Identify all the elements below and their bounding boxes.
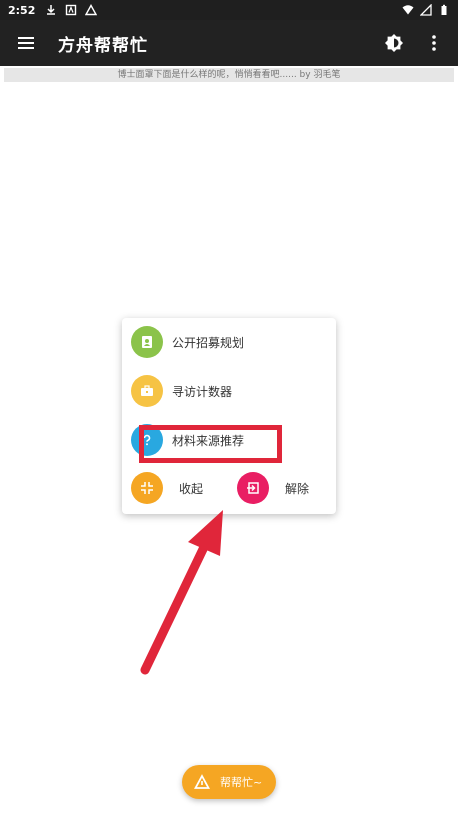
brightness-icon	[385, 34, 403, 52]
hamburger-menu-icon	[18, 37, 34, 49]
signal-icon	[420, 4, 432, 16]
app-notification-icon	[65, 4, 77, 16]
briefcase-icon	[131, 375, 163, 407]
fab-label: 帮帮忙~	[220, 776, 263, 789]
highlight-annotation-box	[139, 425, 282, 463]
menu-item-label: 寻访计数器	[172, 384, 233, 399]
dismiss-label: 解除	[285, 481, 310, 496]
status-time: 2:52	[8, 3, 36, 17]
collapse-icon	[131, 472, 163, 504]
floating-menu-popup: 公开招募规划 寻访计数器 材料来源推荐 收起 解除	[122, 318, 336, 514]
triangle-logo-icon	[194, 774, 210, 790]
menu-item-headhunt-counter[interactable]: 寻访计数器	[131, 373, 331, 409]
battery-icon	[438, 4, 450, 16]
status-system-icons	[402, 4, 450, 16]
collapse-button[interactable]: 收起	[131, 471, 203, 505]
brightness-button[interactable]	[382, 31, 406, 55]
exit-icon	[237, 472, 269, 504]
download-icon	[45, 4, 57, 16]
help-fab-button[interactable]: 帮帮忙~	[182, 765, 276, 799]
popup-bottom-row: 收起 解除	[131, 471, 331, 505]
recruit-badge-icon	[131, 326, 163, 358]
collapse-label: 收起	[179, 481, 204, 496]
triangle-notification-icon	[85, 4, 98, 16]
tip-banner: 博士面罩下面是什么样的呢，悄悄看看吧...... by 羽毛笔	[4, 68, 454, 82]
app-title: 方舟帮帮忙	[58, 35, 148, 56]
status-notifications	[45, 4, 98, 16]
dismiss-button[interactable]: 解除	[237, 471, 309, 505]
menu-button[interactable]	[12, 29, 40, 57]
more-vert-icon	[432, 35, 436, 51]
app-bar: 方舟帮帮忙	[0, 20, 458, 66]
menu-item-recruitment-plan[interactable]: 公开招募规划	[131, 324, 331, 360]
menu-item-label: 公开招募规划	[172, 335, 245, 350]
more-options-button[interactable]	[422, 31, 446, 55]
wifi-icon	[402, 4, 414, 16]
status-bar: 2:52	[0, 0, 458, 20]
